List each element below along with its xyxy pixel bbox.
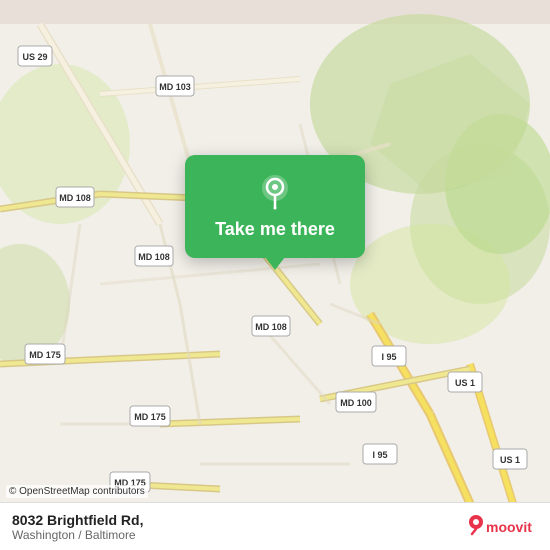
svg-text:MD 108: MD 108 (255, 322, 287, 332)
svg-text:MD 175: MD 175 (29, 350, 61, 360)
bottom-bar: 8032 Brightfield Rd, Washington / Baltim… (0, 502, 550, 550)
osm-attribution: © OpenStreetMap contributors (6, 485, 148, 498)
svg-text:US 1: US 1 (500, 455, 520, 465)
popup-card[interactable]: Take me there (185, 155, 365, 258)
map-svg: US 29 MD 103 MD 108 MD 108 MD 108 MD 175… (0, 0, 550, 550)
svg-text:I 95: I 95 (381, 352, 396, 362)
moovit-logo-svg: moovit (468, 512, 538, 542)
address-container: 8032 Brightfield Rd, Washington / Baltim… (12, 512, 143, 542)
svg-text:MD 108: MD 108 (59, 193, 91, 203)
svg-text:MD 103: MD 103 (159, 82, 191, 92)
svg-text:moovit: moovit (486, 519, 532, 535)
map-container: US 29 MD 103 MD 108 MD 108 MD 108 MD 175… (0, 0, 550, 550)
popup-label: Take me there (215, 219, 335, 240)
osm-attribution-text: © OpenStreetMap contributors (9, 486, 145, 497)
city-text: Washington / Baltimore (12, 528, 143, 542)
svg-text:MD 175: MD 175 (134, 412, 166, 422)
svg-text:I 95: I 95 (372, 450, 387, 460)
location-pin-icon (256, 173, 294, 211)
moovit-logo: moovit (468, 512, 538, 542)
svg-text:US 1: US 1 (455, 378, 475, 388)
svg-text:MD 108: MD 108 (138, 252, 170, 262)
svg-text:MD 100: MD 100 (340, 398, 372, 408)
address-text: 8032 Brightfield Rd, (12, 512, 143, 528)
svg-text:US 29: US 29 (22, 52, 47, 62)
